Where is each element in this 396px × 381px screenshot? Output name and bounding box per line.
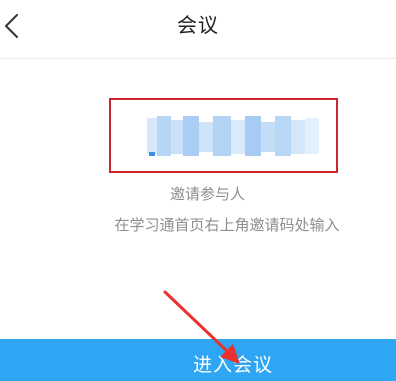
enter-meeting-label: 进入会议 bbox=[192, 354, 273, 376]
redacted-invite-code bbox=[147, 116, 325, 158]
navigation-bar: 会议 bbox=[0, 0, 396, 54]
header-divider bbox=[0, 58, 396, 59]
invite-code-highlight-box bbox=[109, 98, 338, 173]
invite-code-hint: 在学习通首页右上角邀请码处输入 bbox=[114, 216, 340, 234]
page-title: 会议 bbox=[177, 13, 219, 37]
enter-meeting-button[interactable]: 进入会议 bbox=[0, 339, 396, 381]
meeting-screen: 会议 邀请参与人 在学习通首页右上角邀请码处输入 进入会议 bbox=[0, 0, 396, 381]
invite-participants-label: 邀请参与人 bbox=[169, 185, 245, 203]
